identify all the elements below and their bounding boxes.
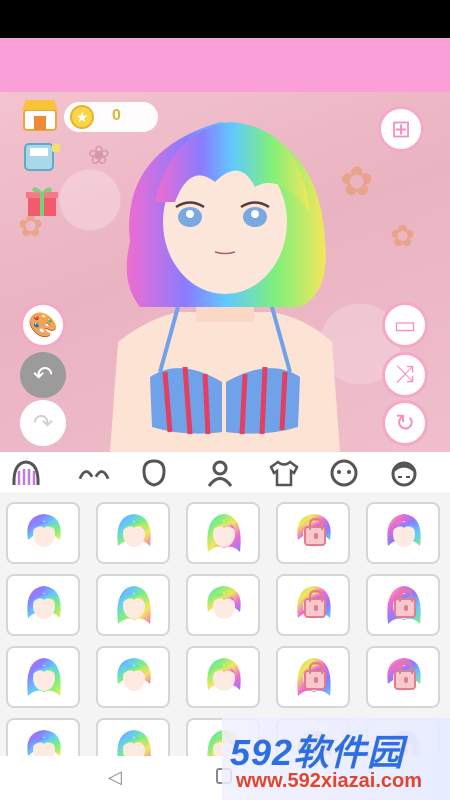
tab-eyebrows[interactable]: [78, 458, 110, 488]
hairstyle-option[interactable]: [96, 718, 170, 756]
hairstyle-option[interactable]: [6, 574, 80, 636]
hair-icon: [12, 460, 40, 486]
hairstyle-thumbnail: [117, 514, 151, 547]
redo-button[interactable]: ↷: [20, 400, 66, 446]
coin-value: 0: [112, 107, 121, 124]
tab-clothes[interactable]: [268, 458, 300, 488]
palette-button[interactable]: 🎨: [20, 302, 66, 348]
tab-accessory[interactable]: [388, 458, 420, 488]
lock-icon: [304, 662, 326, 690]
tab-expression[interactable]: [328, 458, 360, 488]
refresh-icon: ↻: [394, 409, 416, 437]
hairstyle-option[interactable]: [366, 502, 440, 564]
grid-icon: ⊞: [390, 115, 412, 143]
hairstyle-thumbnail: [27, 514, 61, 547]
hairstyle-option[interactable]: [276, 502, 350, 564]
character-stage: ✿ ✿ ✿ ❀ ✿: [0, 92, 450, 452]
lock-icon: [394, 590, 416, 618]
hairstyle-option[interactable]: [96, 574, 170, 636]
tab-hair[interactable]: [10, 458, 42, 488]
undo-arrow-icon: ↶: [32, 361, 54, 389]
hairstyle-option[interactable]: [6, 646, 80, 708]
lock-icon: [304, 590, 326, 618]
hat-face-icon: [391, 461, 417, 487]
gift-icon[interactable]: [22, 184, 62, 218]
hairstyle-option[interactable]: [186, 646, 260, 708]
redo-arrow-icon: ↷: [32, 409, 54, 437]
shirt-icon: [269, 460, 299, 487]
reset-button[interactable]: ↻: [382, 400, 428, 446]
game-console-icon[interactable]: [22, 140, 62, 174]
lock-icon: [394, 662, 416, 690]
person-icon: [207, 460, 233, 487]
hairstyle-thumbnail: [207, 658, 241, 691]
shuffle-button[interactable]: ⤨: [382, 352, 428, 398]
tab-face[interactable]: [138, 458, 170, 488]
save-icon: ▭: [393, 311, 417, 339]
top-banner: [0, 38, 450, 92]
hairstyle-option[interactable]: [276, 646, 350, 708]
hairstyle-thumbnail: [117, 730, 151, 756]
hairstyle-option[interactable]: [186, 502, 260, 564]
hairstyle-thumbnail: [207, 514, 241, 552]
hairstyle-thumbnail: [27, 658, 61, 696]
shop-icon[interactable]: [20, 98, 60, 132]
status-bar: [0, 0, 450, 38]
face-shape-icon: [142, 459, 166, 487]
coin-icon: ★: [70, 105, 94, 129]
palette-icon: 🎨: [28, 311, 58, 339]
lock-icon: [304, 518, 326, 546]
watermark-url: www.592xiazai.com: [236, 770, 423, 792]
menu-grid-button[interactable]: ⊞: [378, 106, 424, 152]
shuffle-icon: ⤨: [395, 361, 415, 388]
save-button[interactable]: ▭: [382, 302, 428, 348]
hairstyle-thumbnail: [207, 586, 241, 619]
hairstyle-thumbnail: [117, 658, 151, 691]
hairstyle-thumbnail: [27, 730, 61, 756]
hairstyle-option[interactable]: [276, 574, 350, 636]
watermark-brand: 592软件园: [230, 732, 405, 773]
hairstyle-option[interactable]: [366, 574, 440, 636]
hairstyle-option[interactable]: [6, 718, 80, 756]
hairstyle-thumbnail: [387, 514, 421, 547]
tab-body[interactable]: [204, 458, 236, 488]
hairstyle-option[interactable]: [6, 502, 80, 564]
hairstyle-thumbnail: [117, 586, 151, 624]
anime-character: [110, 122, 340, 452]
hairstyle-option[interactable]: [186, 574, 260, 636]
category-tabs: [0, 452, 450, 494]
hairstyle-option[interactable]: [96, 502, 170, 564]
hairstyle-option[interactable]: [366, 646, 440, 708]
hairstyle-option[interactable]: [96, 646, 170, 708]
expression-icon: [330, 459, 358, 487]
hairstyle-thumbnail: [27, 586, 61, 619]
hairstyle-grid: [0, 494, 450, 756]
undo-button[interactable]: ↶: [20, 352, 66, 398]
back-nav-icon[interactable]: ◁: [108, 767, 122, 788]
eyebrows-icon: [78, 470, 110, 480]
